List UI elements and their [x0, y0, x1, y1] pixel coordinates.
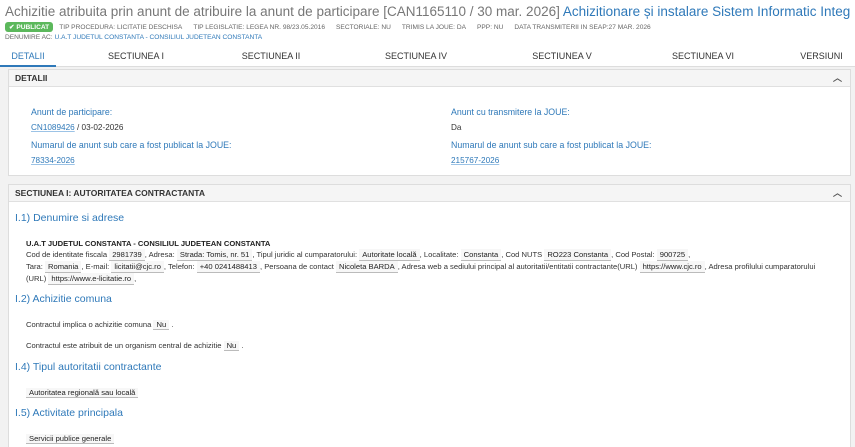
section1-panel: SECTIUNEA I: AUTORITATEA CONTRACTANTA ︿ [8, 184, 851, 447]
nr-joue-link-right[interactable]: 215767-2026 [451, 156, 499, 165]
value-localitate: Constanta [460, 249, 502, 261]
label-nuts: , Cod NUTS [501, 250, 543, 259]
label-cod-postal: , Cod Postal: [611, 250, 655, 259]
section1-panel-header[interactable]: SECTIUNEA I: AUTORITATEA CONTRACTANTA ︿ [9, 185, 850, 202]
anunt-participare-link[interactable]: CN1089426 [31, 123, 75, 132]
check-icon: ✔ [9, 24, 17, 31]
title-link[interactable]: Achizitionare și instalare Sistem Inform… [563, 4, 850, 19]
label-localitate: , Localitate: [419, 250, 459, 259]
status-badge: ✔ PUBLICAT [5, 22, 54, 32]
tab-sectiunea-2[interactable]: SECTIUNEA II [216, 47, 326, 67]
value-persoana-contact: Nicoleta BARDA [335, 261, 398, 273]
details-right-col: Anunt cu transmitere la JOUE: Da Numarul… [451, 106, 651, 166]
details-left-col: Anunt de participare: CN1089426 / 03-02-… [31, 106, 231, 166]
separator-comma: , [688, 250, 691, 259]
label-persoana-contact: , Persoana de contact [259, 262, 334, 271]
value-telefon: +40 0241488413 [196, 261, 260, 273]
value-profil-cumparator[interactable]: https://www.e-licitatie.ro [48, 273, 135, 285]
tab-versiuni[interactable]: VERSIUNI [788, 47, 855, 67]
meta-procedura: TIP PROCEDURA: LICITATIE DESCHISA [59, 23, 183, 31]
subsection-title-i2: I.2) Achizitie comuna [15, 293, 112, 305]
value-adresa: Strada: Tomis, nr. 51 [176, 249, 253, 261]
label-adresa: , Adresa: [144, 250, 175, 259]
activitate-row: Servicii publice generale [26, 434, 115, 444]
title-text: Achizitie atribuita prin anunt de atribu… [5, 4, 560, 19]
transmitere-label: Anunt cu transmitere la JOUE: [451, 107, 570, 117]
nr-joue-value-left: 78334-2026 [31, 155, 231, 166]
nr-joue-value-right: 215767-2026 [451, 155, 651, 166]
label-tip-juridic: , Tipul juridic al cumparatorului: [252, 250, 358, 259]
label-email: , E-mail: [81, 262, 110, 271]
value-nuts: RO223 Constanta [544, 249, 612, 261]
separator-comma: , [134, 274, 137, 283]
nr-joue-label-right: Numarul de anunt sub care a fost publica… [451, 140, 652, 150]
anunt-participare-date: / 03-02-2026 [76, 123, 124, 132]
meta-row: ✔ PUBLICAT TIP PROCEDURA: LICITATIE DESC… [5, 22, 850, 32]
details-panel: DETALII ︿ Anunt de participare: CN108942… [8, 69, 851, 176]
section1-panel-title: SECTIUNEA I: AUTORITATEA CONTRACTANTA [15, 188, 205, 198]
section-tabs: DETALII SECTIUNEA I SECTIUNEA II SECTIUN… [0, 47, 855, 67]
anunt-participare-value: CN1089426 / 03-02-2026 [31, 122, 231, 133]
notice-header: Achizitie atribuita prin anunt de atribu… [0, 0, 855, 47]
period: . [171, 320, 174, 329]
value-email: licitatii@cjc.ro [111, 261, 164, 273]
details-panel-header[interactable]: DETALII ︿ [9, 70, 850, 87]
value-tip-juridic: Autoritate locală [359, 249, 420, 261]
nr-joue-label-left: Numarul de anunt sub care a fost publica… [31, 140, 232, 150]
page-title: Achizitie atribuita prin anunt de atribu… [5, 2, 850, 21]
tab-sectiunea-1[interactable]: SECTIUNEA I [56, 47, 216, 67]
label-tara: Tara: [26, 262, 43, 271]
subsection-title-i4: I.4) Tipul autoritatii contractante [15, 361, 162, 373]
org-details: Cod de identitate fiscala 2981739, Adres… [26, 249, 831, 285]
nr-joue-link-left[interactable]: 78334-2026 [31, 156, 75, 165]
chevron-up-icon[interactable]: ︿ [833, 185, 842, 202]
label-adresa-web: , Adresa web a sediului principal al aut… [397, 262, 638, 271]
label-cod-fiscal: Cod de identitate fiscala [26, 250, 108, 259]
ac-label: DENUMIRE AC: [5, 34, 53, 41]
value-cod-postal: 900725 [656, 249, 689, 261]
tab-detalii[interactable]: DETALII [0, 47, 56, 67]
anunt-participare-label: Anunt de participare: [31, 107, 113, 117]
status-badge-label: PUBLICAT [16, 23, 50, 31]
value-adresa-web[interactable]: https://www.cjc.ro [639, 261, 705, 273]
tab-sectiunea-4[interactable]: SECTIUNEA IV [326, 47, 506, 67]
organism-central-value: Nu [223, 341, 240, 351]
organism-central-label: Contractul este atribuit de un organism … [26, 341, 222, 350]
period: . [241, 341, 244, 350]
label-telefon: , Telefon: [163, 262, 195, 271]
details-panel-title: DETALII [15, 73, 48, 83]
achizitie-comuna-value: Nu [153, 320, 170, 330]
tip-autoritate-row: Autoritatea regională sau locală [26, 388, 139, 398]
org-name: U.A.T JUDETUL CONSTANTA - CONSILIUL JUDE… [26, 239, 271, 248]
meta-legislatie: TIP LEGISLATIE: LEGEA NR. 98/23.05.2016 [193, 23, 326, 31]
organism-central-row: Contractul este atribuit de un organism … [26, 341, 244, 351]
subsection-title-i5: I.5) Activitate principala [15, 407, 123, 419]
subsection-title-i1: I.1) Denumire si adrese [15, 212, 125, 224]
ac-row: DENUMIRE AC: U.A.T JUDETUL CONSTANTA - C… [5, 34, 850, 41]
tip-autoritate-value: Autoritatea regională sau locală [26, 388, 139, 398]
value-cod-fiscal: 2981739 [109, 249, 145, 261]
activitate-value: Servicii publice generale [26, 434, 115, 444]
meta-sectoriale: SECTORIALE: NU [336, 23, 391, 31]
achizitie-comuna-row: Contractul implica o achizitie comuna Nu… [26, 320, 173, 330]
meta-joue: TRIMIS LA JOUE: DA [401, 23, 466, 31]
chevron-up-icon[interactable]: ︿ [833, 70, 842, 87]
value-tara: Romania [45, 261, 82, 273]
tab-sectiunea-5[interactable]: SECTIUNEA V [506, 47, 618, 67]
tab-sectiunea-6[interactable]: SECTIUNEA VI [618, 47, 788, 67]
meta-ppp: PPP: NU [477, 23, 504, 31]
ac-link[interactable]: U.A.T JUDETUL CONSTANTA - CONSILIUL JUDE… [54, 34, 262, 41]
achizitie-comuna-label: Contractul implica o achizitie comuna [26, 320, 152, 329]
meta-data: DATA TRANSMITERII IN SEAP:27 MAR. 2026 [514, 23, 651, 31]
transmitere-value: Da [451, 123, 462, 132]
